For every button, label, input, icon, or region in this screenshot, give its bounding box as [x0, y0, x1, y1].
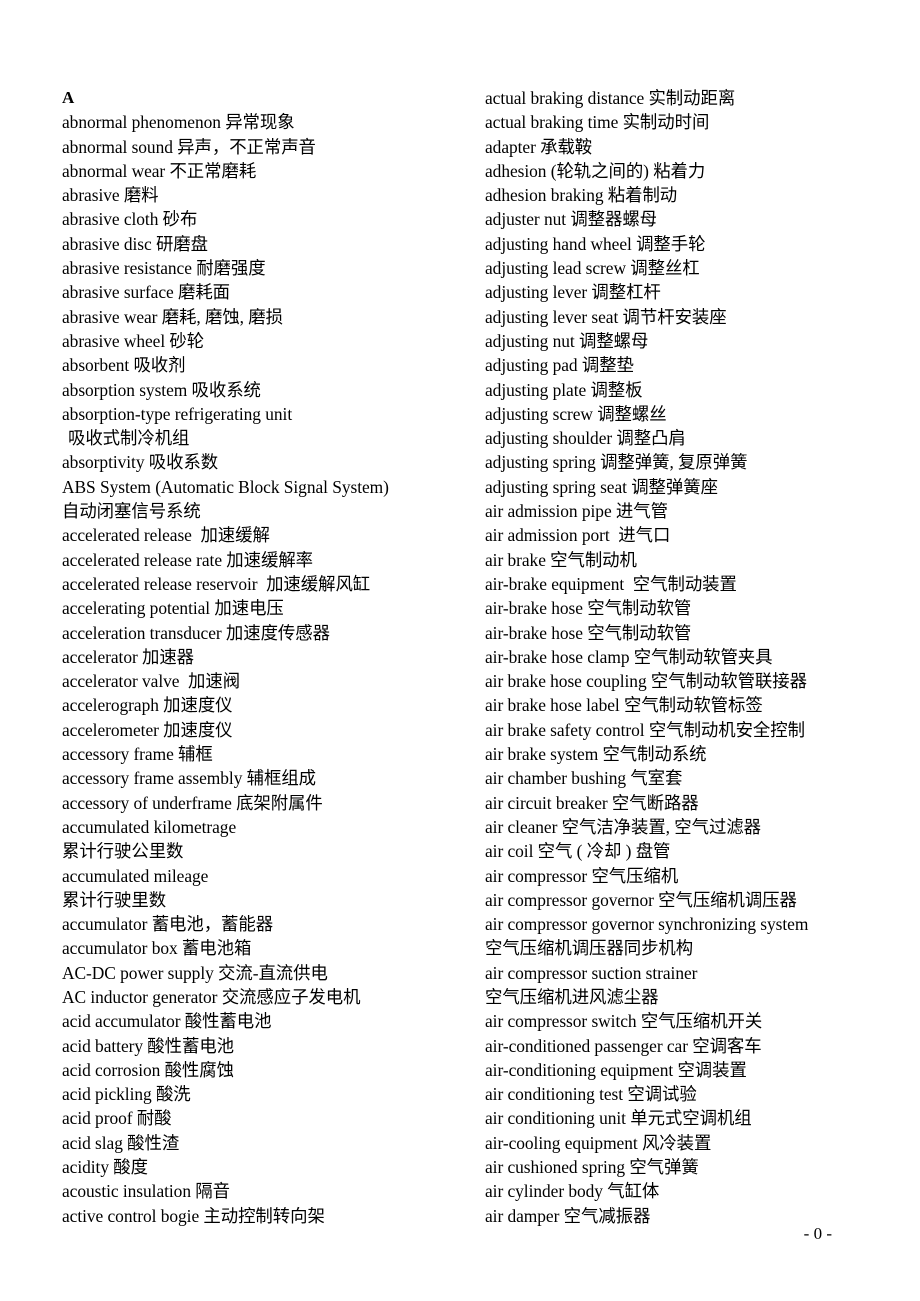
glossary-entry: accumulator 蓄电池，蓄能器	[62, 914, 274, 935]
glossary-entry: air brake safety control 空气制动机安全控制	[485, 719, 805, 740]
glossary-entry: 累计行驶里数	[62, 889, 167, 910]
section-heading-a: A	[62, 88, 75, 107]
glossary-entry: air cleaner 空气洁净装置, 空气过滤器	[485, 816, 761, 837]
glossary-entry: actual braking distance 实制动距离	[485, 88, 736, 108]
glossary-entry: acidity 酸度	[62, 1157, 148, 1178]
glossary-entry: abrasive wear 磨耗, 磨蚀, 磨损	[62, 306, 283, 327]
glossary-entry: accelerated release reservoir 加速缓解风缸	[62, 573, 371, 594]
glossary-entry: accelerator 加速器	[62, 646, 195, 667]
glossary-entry: adjuster nut 调整器螺母	[485, 209, 658, 230]
glossary-entry: accelerated release 加速缓解	[62, 525, 270, 546]
glossary-entry: abrasive resistance 耐磨强度	[62, 258, 266, 279]
glossary-entry: accessory frame 辅框	[62, 744, 213, 765]
right-column-entry-list: actual braking distance 实制动距离 actual brak…	[485, 86, 905, 1228]
glossary-entry: air admission port 进气口	[485, 525, 671, 546]
glossary-entry: air coil 空气 ( 冷却 ) 盘管	[485, 841, 671, 862]
glossary-entry: accelerating potential 加速电压	[62, 598, 284, 619]
glossary-entry: air brake hose coupling 空气制动软管联接器	[485, 671, 807, 692]
glossary-entry: accelerometer 加速度仪	[62, 719, 233, 740]
glossary-entry: abrasive wheel 砂轮	[62, 330, 205, 351]
glossary-entry: adjusting pad 调整垫	[485, 355, 634, 376]
glossary-entry: AC inductor generator 交流感应子发电机	[62, 986, 361, 1007]
glossary-entry: accessory frame assembly 辅框组成	[62, 768, 317, 789]
glossary-entry: acceleration transducer 加速度传感器	[62, 622, 330, 643]
glossary-columns: A abnormal phenomenon 异常现象 abnormal sound…	[0, 86, 920, 1226]
glossary-page: A abnormal phenomenon 异常现象 abnormal sound…	[0, 0, 920, 1301]
glossary-entry: absorption-type refrigerating unit	[62, 403, 293, 424]
glossary-entry: air-conditioned passenger car 空调客车	[485, 1035, 762, 1056]
page-number: - 0 -	[803, 1224, 832, 1243]
glossary-entry: acid battery 酸性蓄电池	[62, 1035, 234, 1056]
glossary-entry: air-brake hose clamp 空气制动软管夹具	[485, 646, 773, 667]
glossary-entry: air-brake equipment 空气制动装置	[485, 573, 737, 594]
glossary-entry: air-brake hose 空气制动软管	[485, 622, 692, 643]
glossary-entry: adjusting lever 调整杠杆	[485, 282, 661, 303]
glossary-entry: accumulated mileage	[62, 865, 209, 886]
glossary-entry: accelerator valve 加速阀	[62, 671, 241, 692]
glossary-entry: air conditioning test 空调试验	[485, 1084, 697, 1105]
glossary-entry: 空气压缩机进风滤尘器	[485, 986, 659, 1007]
glossary-entry: adjusting spring 调整弹簧, 复原弹簧	[485, 452, 748, 473]
glossary-entry: air-brake hose 空气制动软管	[485, 598, 692, 619]
glossary-entry: adjusting lead screw 调整丝杠	[485, 258, 700, 279]
glossary-entry: actual braking time 实制动时间	[485, 112, 710, 133]
glossary-entry: adjusting plate 调整板	[485, 379, 643, 400]
glossary-entry: air brake system 空气制动系统	[485, 744, 707, 765]
glossary-entry: accelerograph 加速度仪	[62, 695, 233, 716]
glossary-entry: air brake hose label 空气制动软管标签	[485, 695, 763, 716]
glossary-entry: air-cooling equipment 风冷装置	[485, 1132, 712, 1153]
glossary-entry: air compressor governor 空气压缩机调压器	[485, 889, 797, 910]
glossary-entry: 累计行驶公里数	[62, 841, 184, 862]
glossary-entry: air cushioned spring 空气弹簧	[485, 1157, 699, 1178]
glossary-entry: air brake 空气制动机	[485, 549, 637, 570]
glossary-entry: air chamber bushing 气室套	[485, 768, 683, 789]
glossary-entry: acoustic insulation 隔音	[62, 1181, 230, 1202]
glossary-entry: accessory of underframe 底架附属件	[62, 792, 323, 813]
glossary-entry: acid proof 耐酸	[62, 1108, 172, 1129]
glossary-entry: adjusting nut 调整螺母	[485, 330, 649, 351]
glossary-entry: air circuit breaker 空气断路器	[485, 792, 699, 813]
glossary-entry: abrasive disc 研磨盘	[62, 233, 208, 254]
glossary-entry: absorptivity 吸收系数	[62, 452, 219, 473]
glossary-entry: 吸收式制冷机组	[68, 428, 190, 449]
glossary-entry: adhesion braking 粘着制动	[485, 185, 678, 206]
glossary-entry: absorbent 吸收剂	[62, 355, 186, 376]
glossary-entry: air compressor switch 空气压缩机开关	[485, 1011, 763, 1032]
glossary-entry: abrasive surface 磨耗面	[62, 282, 231, 303]
glossary-entry: abrasive cloth 砂布	[62, 209, 198, 230]
glossary-entry: air compressor suction strainer	[485, 962, 698, 983]
glossary-entry: adjusting spring seat 调整弹簧座	[485, 476, 718, 497]
glossary-entry: acid accumulator 酸性蓄电池	[62, 1011, 272, 1032]
glossary-entry: abnormal phenomenon 异常现象	[62, 112, 295, 133]
glossary-entry: acid pickling 酸洗	[62, 1084, 191, 1105]
glossary-entry: abrasive 磨料	[62, 185, 159, 206]
glossary-entry: accelerated release rate 加速缓解率	[62, 549, 314, 570]
right-column: actual braking distance 实制动距离 actual brak…	[485, 86, 905, 1228]
glossary-entry: air admission pipe 进气管	[485, 501, 668, 522]
glossary-entry: air cylinder body 气缸体	[485, 1181, 660, 1202]
left-column-entry-list: abnormal phenomenon 异常现象 abnormal sound 异…	[62, 110, 482, 1228]
glossary-entry: absorption system 吸收系统	[62, 379, 261, 400]
glossary-entry: abnormal sound 异声，不正常声音	[62, 136, 316, 157]
glossary-entry: AC-DC power supply 交流-直流供电	[62, 962, 328, 983]
glossary-entry: air conditioning unit 单元式空调机组	[485, 1108, 752, 1129]
glossary-entry: accumulated kilometrage	[62, 816, 237, 837]
glossary-entry: ABS System (Automatic Block Signal Syste…	[62, 476, 389, 497]
glossary-entry: 空气压缩机调压器同步机构	[485, 938, 694, 959]
glossary-entry: abnormal wear 不正常磨耗	[62, 160, 257, 181]
glossary-entry: adapter 承载鞍	[485, 136, 593, 157]
glossary-entry: adjusting shoulder 调整凸肩	[485, 428, 686, 449]
left-column: A abnormal phenomenon 异常现象 abnormal sound…	[62, 86, 482, 1228]
glossary-entry: air-conditioning equipment 空调装置	[485, 1059, 747, 1080]
glossary-entry: adjusting screw 调整螺丝	[485, 403, 667, 424]
glossary-entry: adjusting hand wheel 调整手轮	[485, 233, 706, 254]
glossary-entry: acid slag 酸性渣	[62, 1132, 180, 1153]
glossary-entry: adhesion (轮轨之间的) 粘着力	[485, 160, 706, 181]
glossary-entry: accumulator box 蓄电池箱	[62, 938, 252, 959]
glossary-entry: air compressor governor synchronizing sy…	[485, 914, 809, 935]
glossary-entry: adjusting lever seat 调节杆安装座	[485, 306, 727, 327]
glossary-entry: air compressor 空气压缩机	[485, 865, 679, 886]
glossary-entry: 自动闭塞信号系统	[62, 501, 201, 522]
glossary-entry: acid corrosion 酸性腐蚀	[62, 1059, 234, 1080]
